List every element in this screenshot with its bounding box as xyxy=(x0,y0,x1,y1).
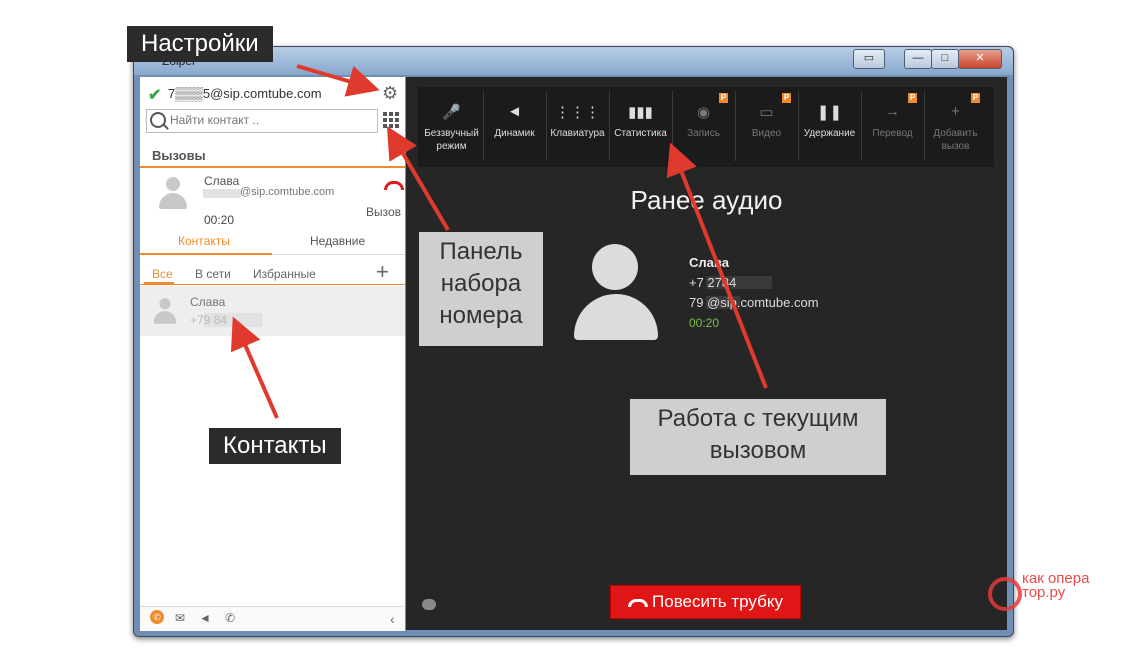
pro-badge: P xyxy=(908,93,917,103)
avatar xyxy=(574,244,658,340)
collapse-button[interactable]: ‹ xyxy=(390,611,395,627)
toolbar-button-keypad[interactable]: ⋮⋮⋮ Клавиатура xyxy=(546,87,609,167)
peer-sip-address: 79 @sip.comtube.com xyxy=(689,295,819,310)
add-call-icon: + xyxy=(951,103,960,120)
pause-icon: ❚❚ xyxy=(816,104,843,121)
toolbar-button-label: Клавиатура xyxy=(550,128,605,139)
video-icon: ▭ xyxy=(759,104,774,121)
tab-recent[interactable]: Недавние xyxy=(310,234,365,248)
add-contact-button[interactable]: + xyxy=(376,259,389,285)
stats-icon: ▮▮▮ xyxy=(628,104,653,121)
account-address: 7▒▒▒5@sip.comtube.com xyxy=(168,86,322,101)
toolbar-button-label: Перевод xyxy=(872,128,913,139)
transfer-icon: → xyxy=(885,103,900,120)
pro-badge: P xyxy=(782,93,791,103)
toolbar-button-label: Статистика xyxy=(614,128,667,139)
call-panel: Ранее аудио Слава +7 2784 79 @sip.comtub… xyxy=(406,77,1007,630)
pro-badge: P xyxy=(719,93,728,103)
pro-badge: P xyxy=(971,93,980,103)
calls-header: Вызовы xyxy=(152,148,206,163)
peer-name: Слава xyxy=(689,255,729,270)
toolbar-button-stats[interactable]: ▮▮▮ Статистика xyxy=(609,87,672,167)
sidebar: ✔ 7▒▒▒5@sip.comtube.com ⚙ Вызовы Слава @… xyxy=(140,77,405,631)
tab-contacts[interactable]: Контакты xyxy=(178,234,230,248)
watermark-logo xyxy=(988,577,1022,611)
speaker-icon: ◄ xyxy=(507,103,522,120)
compact-view-button[interactable]: ▭ xyxy=(853,49,885,69)
subtab-all[interactable]: Все xyxy=(152,267,173,281)
peer-phone: +7 2784 xyxy=(689,275,737,290)
hangup-button[interactable]: Повесить трубку xyxy=(610,585,801,619)
avatar xyxy=(158,177,188,209)
toolbar-button-speaker[interactable]: ◄ Динамик xyxy=(483,87,546,167)
toolbar-button-label: Добавить вызов xyxy=(933,128,978,152)
speaker-icon[interactable]: ◄ xyxy=(199,611,211,625)
call-forward-icon[interactable]: ✆ xyxy=(225,611,235,625)
mail-icon[interactable]: ✉ xyxy=(175,611,185,625)
chat-icon[interactable] xyxy=(422,599,436,610)
call-contact-name: Слава xyxy=(204,174,240,188)
search-input[interactable] xyxy=(170,112,370,128)
annotation-contacts: Контакты xyxy=(209,428,341,464)
toolbar-button-label: Беззвучный режим xyxy=(424,128,479,152)
contact-list-item[interactable] xyxy=(140,286,405,336)
subtab-favorites[interactable]: Избранные xyxy=(253,267,316,281)
minimize-button[interactable]: — xyxy=(904,49,932,69)
redacted-mask xyxy=(203,189,241,198)
close-button[interactable]: ✕ xyxy=(958,49,1002,69)
toolbar-button-label: Удержание xyxy=(803,128,856,139)
hangup-icon[interactable] xyxy=(384,181,404,190)
hangup-label: Повесить трубку xyxy=(652,592,783,611)
call-title: Ранее аудио xyxy=(630,185,783,215)
annotation-settings: Настройки xyxy=(127,26,273,62)
contact-name: Слава xyxy=(190,295,226,309)
toolbar-button-video[interactable]: ▭ Видео P xyxy=(735,87,798,167)
dialpad-icon[interactable] xyxy=(383,112,399,128)
phone-icon[interactable]: ✆ xyxy=(150,610,164,624)
contact-number: +79 84 xyxy=(190,313,228,327)
active-tab-indicator xyxy=(140,253,272,255)
toolbar-button-label: Запись xyxy=(687,128,720,139)
call-timer: 00:20 xyxy=(689,316,720,330)
subtab-online[interactable]: В сети xyxy=(195,267,231,281)
search-icon xyxy=(150,112,166,128)
toolbar-button-mute-mic[interactable]: 🎤 Беззвучный режим xyxy=(420,87,483,167)
call-duration: 00:20 xyxy=(204,213,235,227)
mute-mic-icon: 🎤 xyxy=(442,104,461,121)
toolbar-button-label: Видео xyxy=(751,128,782,139)
maximize-button[interactable]: □ xyxy=(931,49,959,69)
call-type: Вызов xyxy=(366,205,402,219)
gear-icon[interactable]: ⚙ xyxy=(382,83,398,104)
avatar xyxy=(153,298,177,324)
call-address: @sip.comtube.com xyxy=(240,186,335,198)
divider xyxy=(140,284,405,285)
watermark-text: как опера тор.ру xyxy=(1022,570,1090,601)
online-status-icon: ✔ xyxy=(148,87,162,104)
keypad-icon: ⋮⋮⋮ xyxy=(555,104,600,121)
record-icon: ◉ xyxy=(696,104,711,121)
divider xyxy=(140,166,405,168)
hangup-icon xyxy=(628,598,649,607)
toolbar-button-add-call[interactable]: + Добавить вызов P xyxy=(924,87,987,167)
annotation-dialpad: Панель набора номера xyxy=(419,232,543,346)
toolbar-button-transfer[interactable]: → Перевод P xyxy=(861,87,924,167)
app-window: Zoiper ▭ — □ ✕ ✔ 7▒▒▒5@sip.comtube.com ⚙… xyxy=(133,46,1014,637)
annotation-current-call: Работа с текущим вызовом xyxy=(630,399,886,475)
toolbar-button-pause[interactable]: ❚❚ Удержание xyxy=(798,87,861,167)
toolbar-button-record[interactable]: ◉ Запись P xyxy=(672,87,735,167)
divider xyxy=(272,254,405,255)
toolbar-button-label: Динамик xyxy=(494,128,535,139)
